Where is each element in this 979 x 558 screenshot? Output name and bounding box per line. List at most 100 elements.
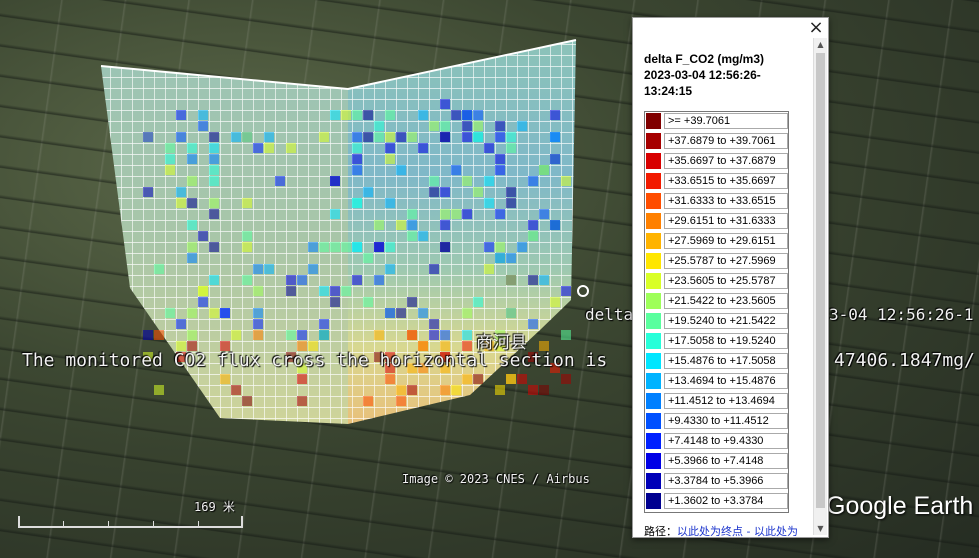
cube-cell [209,242,219,252]
cube-cell [297,330,307,340]
cube-cell [231,132,241,142]
legend-range-label: +19.5240 to +21.5422 [664,313,788,329]
legend-range-label: +29.6151 to +31.6333 [664,213,788,229]
legend-range-label: +31.6333 to +33.6515 [664,193,788,209]
scroll-down-icon[interactable]: ▼ [814,522,827,535]
cube-cell [429,187,439,197]
cube-cell [363,297,373,307]
close-icon[interactable]: × [808,19,824,37]
cube-cell [407,209,417,219]
cube-cell [429,319,439,329]
legend-swatch [645,212,662,230]
cube-cell [517,121,527,131]
legend-range-label: +3.3784 to +5.3966 [664,473,788,489]
cube-cell [165,308,175,318]
cube-cell [286,143,296,153]
cube-cell [363,132,373,142]
cube-cell [330,242,340,252]
cube-cell [440,132,450,142]
cube-cell [154,264,164,274]
cube-cell [451,110,461,120]
legend-popup[interactable]: × delta F_CO2 (mg/m3) 2023-03-04 12:56:2… [632,17,829,538]
cube-cell [385,308,395,318]
cube-cell [462,110,472,120]
cube-cell [187,198,197,208]
cube-cell [484,198,494,208]
cube-cell [176,110,186,120]
legend-range-label: +17.5058 to +19.5240 [664,333,788,349]
cube-cell [330,286,340,296]
cube-cell [385,154,395,164]
route-link[interactable]: 以此处为终点 - 以此处为 [677,525,798,538]
cube-cell [407,297,417,307]
legend-scrollbar[interactable]: ▲ ▼ [813,38,827,535]
legend-swatch [645,472,662,490]
legend-row: +1.3602 to +3.3784 [645,492,788,512]
cube-cell [528,220,538,230]
cube-cell [495,209,505,219]
cube-cell [341,286,351,296]
cube-cell [528,385,538,395]
cube-cell [352,165,362,175]
cube-cell [396,165,406,175]
scroll-thumb[interactable] [816,53,825,508]
legend-row: +7.4148 to +9.4330 [645,432,788,452]
legend-row: +37.6879 to +39.7061 [645,132,788,152]
legend-swatch [645,332,662,350]
legend-swatch [645,372,662,390]
cube-cell [363,110,373,120]
cube-cell [143,132,153,142]
cube-cell [418,143,428,153]
legend-range-label: +25.5787 to +27.5969 [664,253,788,269]
legend-row: +3.3784 to +5.3966 [645,472,788,492]
cube-cell [242,396,252,406]
cube-cell [561,330,571,340]
cube-cell [143,330,153,340]
cube-cell [528,275,538,285]
cube-cell [473,110,483,120]
legend-row: >= +39.7061 [645,112,788,132]
cube-cell [308,264,318,274]
cube-cell [286,275,296,285]
cube-cell [385,110,395,120]
place-marker-icon[interactable] [577,285,589,297]
cube-cell [209,209,219,219]
cube-cell [429,176,439,186]
cube-cell [352,154,362,164]
cube-cell [385,143,395,153]
google-earth-logo: Google Earth [826,492,974,520]
cube-cell [407,231,417,241]
cube-cell [209,165,219,175]
cube-cell [374,330,384,340]
scroll-up-icon[interactable]: ▲ [814,38,827,51]
cube-cell [187,308,197,318]
cube-cell [165,143,175,153]
cube-cell [462,374,472,384]
legend-row: +19.5240 to +21.5422 [645,312,788,332]
cube-cell [484,176,494,186]
cube-cell [187,220,197,230]
cube-cell [440,330,450,340]
legend-row: +25.5787 to +27.5969 [645,252,788,272]
cube-cell [253,143,263,153]
legend-row: +33.6515 to +35.6697 [645,172,788,192]
cube-cell [297,275,307,285]
cube-cell [198,121,208,131]
cube-cell [462,330,472,340]
cube-cell [396,385,406,395]
cube-cell [220,308,230,318]
cube-cell [231,385,241,395]
cube-cell [374,121,384,131]
cube-cell [231,330,241,340]
cube-cell [286,330,296,340]
cube-cell [319,132,329,142]
cube-cell [187,154,197,164]
legend-row: +23.5605 to +25.5787 [645,272,788,292]
cube-cell [495,165,505,175]
cube-cell [407,132,417,142]
cube-cell [385,242,395,252]
cube-cell [154,330,164,340]
cube-cell [253,308,263,318]
cube-cell [462,308,472,318]
legend-row: +11.4512 to +13.4694 [645,392,788,412]
